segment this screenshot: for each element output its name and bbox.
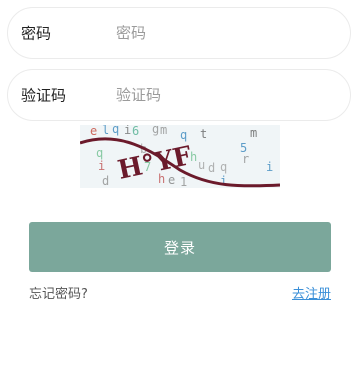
password-field[interactable]: 密码 [7, 7, 351, 59]
login-button[interactable]: 登录 [29, 222, 331, 272]
captcha-input[interactable] [116, 86, 336, 104]
svg-text:1: 1 [180, 175, 187, 188]
svg-text:q: q [96, 146, 103, 160]
captcha-label: 验证码 [21, 86, 67, 105]
svg-text:m: m [250, 126, 257, 140]
svg-text:q: q [112, 125, 119, 136]
svg-text:i: i [266, 160, 273, 174]
svg-text:q: q [180, 128, 187, 142]
forgot-password-link[interactable]: 忘记密码? [29, 283, 88, 302]
captcha-image[interactable]: e l q i 6 g m q t m q i b 7 5 r i h e h … [80, 125, 280, 188]
svg-text:e: e [90, 125, 97, 138]
svg-text:i: i [124, 125, 131, 137]
svg-text:q: q [220, 160, 227, 174]
password-input[interactable] [116, 24, 336, 42]
password-label: 密码 [21, 24, 52, 43]
svg-text:d: d [102, 174, 109, 188]
svg-text:r: r [242, 152, 249, 166]
svg-text:t: t [200, 127, 207, 141]
svg-text:d: d [208, 161, 215, 175]
svg-text:6: 6 [132, 125, 139, 138]
svg-text:m: m [160, 125, 167, 137]
captcha-graphic: e l q i 6 g m q t m q i b 7 5 r i h e h … [80, 125, 280, 188]
svg-text:i: i [98, 159, 105, 173]
svg-text:g: g [152, 125, 159, 136]
register-link[interactable]: 去注册 [292, 283, 331, 302]
svg-text:l: l [102, 125, 109, 137]
svg-text:u: u [198, 158, 205, 172]
captcha-field[interactable]: 验证码 [7, 69, 351, 121]
